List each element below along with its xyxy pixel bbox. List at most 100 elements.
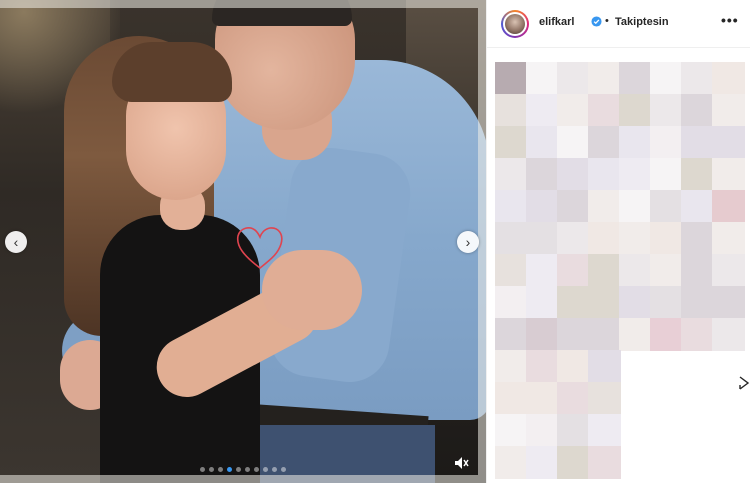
blur-tile — [619, 222, 652, 255]
blur-tile — [557, 382, 590, 415]
blur-tile — [588, 446, 621, 479]
blur-tile — [495, 350, 528, 383]
username-link[interactable]: elifkarl — [539, 16, 574, 28]
blur-tile — [495, 414, 528, 447]
blur-tile — [557, 190, 590, 223]
blur-tile — [526, 414, 559, 447]
blur-tile — [526, 446, 559, 479]
blur-tile — [650, 126, 683, 159]
carousel-dot — [236, 467, 241, 472]
blur-tile — [588, 254, 621, 287]
blur-tile — [681, 94, 714, 127]
carousel-dot — [218, 467, 223, 472]
blur-tile — [681, 318, 714, 351]
blur-tile — [588, 350, 621, 383]
blur-tile — [557, 318, 590, 351]
blur-tile — [526, 158, 559, 191]
pixelated-comments-area — [495, 62, 745, 480]
blur-tile — [526, 190, 559, 223]
blur-tile — [712, 158, 745, 191]
blur-tile — [557, 158, 590, 191]
blur-tile — [619, 126, 652, 159]
blur-tile — [712, 126, 745, 159]
blur-tile — [557, 286, 590, 319]
blur-tile — [526, 286, 559, 319]
blur-tile — [712, 222, 745, 255]
blur-tile — [650, 158, 683, 191]
blur-tile — [495, 190, 528, 223]
blur-tile — [619, 190, 652, 223]
more-options-icon[interactable]: ••• — [721, 12, 739, 28]
blur-tile — [526, 254, 559, 287]
blur-tile — [588, 126, 621, 159]
blur-tile — [588, 190, 621, 223]
blur-tile — [619, 254, 652, 287]
blur-tile — [495, 126, 528, 159]
blur-tile — [495, 62, 528, 95]
blur-tile — [619, 318, 652, 351]
blur-tile — [650, 318, 683, 351]
blur-tile — [495, 446, 528, 479]
blur-tile — [495, 318, 528, 351]
carousel-dot — [254, 467, 259, 472]
blur-tile — [526, 318, 559, 351]
blur-tile — [650, 190, 683, 223]
blur-tile — [650, 222, 683, 255]
blur-tile — [557, 446, 590, 479]
carousel-dot — [245, 467, 250, 472]
blur-tile — [712, 190, 745, 223]
chevron-right-icon: › — [465, 234, 471, 250]
share-icon[interactable] — [737, 375, 750, 391]
blur-tile — [495, 158, 528, 191]
blur-tile — [619, 62, 652, 95]
blur-tile — [712, 62, 745, 95]
blur-tile — [526, 350, 559, 383]
blur-tile — [495, 382, 528, 415]
blur-tile — [557, 62, 590, 95]
carousel-dot — [209, 467, 214, 472]
blur-tile — [650, 62, 683, 95]
chevron-left-icon: ‹ — [13, 234, 19, 250]
blur-tile — [681, 254, 714, 287]
blur-tile — [557, 350, 590, 383]
avatar[interactable] — [501, 10, 529, 38]
blur-tile — [619, 158, 652, 191]
blur-tile — [588, 94, 621, 127]
blur-tile — [557, 222, 590, 255]
blur-tile — [619, 94, 652, 127]
blur-tile — [650, 94, 683, 127]
following-button[interactable]: Takiptesin — [615, 16, 669, 28]
carousel-dot — [200, 467, 205, 472]
blur-tile — [526, 126, 559, 159]
blur-tile — [712, 254, 745, 287]
blur-tile — [526, 62, 559, 95]
blur-tile — [557, 126, 590, 159]
blur-tile — [712, 318, 745, 351]
blur-tile — [650, 286, 683, 319]
verified-badge-icon — [591, 16, 602, 27]
blur-tile — [588, 62, 621, 95]
blur-tile — [526, 382, 559, 415]
blur-tile — [588, 286, 621, 319]
blur-tile — [557, 94, 590, 127]
post-photo[interactable]: ‹ › — [0, 0, 486, 483]
carousel-dot — [272, 467, 277, 472]
blur-tile — [588, 382, 621, 415]
header-separator: • — [605, 15, 609, 27]
muted-speaker-icon[interactable] — [452, 454, 470, 472]
blur-tile — [588, 158, 621, 191]
blur-tile — [557, 414, 590, 447]
carousel-dot — [263, 467, 268, 472]
post-sidebar: elifkarl • Takiptesin ••• — [486, 0, 750, 483]
blur-tile — [495, 94, 528, 127]
blur-tile — [650, 254, 683, 287]
blur-tile — [495, 254, 528, 287]
carousel-prev-button[interactable]: ‹ — [5, 231, 27, 253]
carousel-next-button[interactable]: › — [457, 231, 479, 253]
carousel-dot — [281, 467, 286, 472]
blur-tile — [681, 190, 714, 223]
carousel-indicator — [200, 467, 286, 472]
blur-tile — [619, 286, 652, 319]
blur-tile — [588, 222, 621, 255]
blur-tile — [681, 222, 714, 255]
